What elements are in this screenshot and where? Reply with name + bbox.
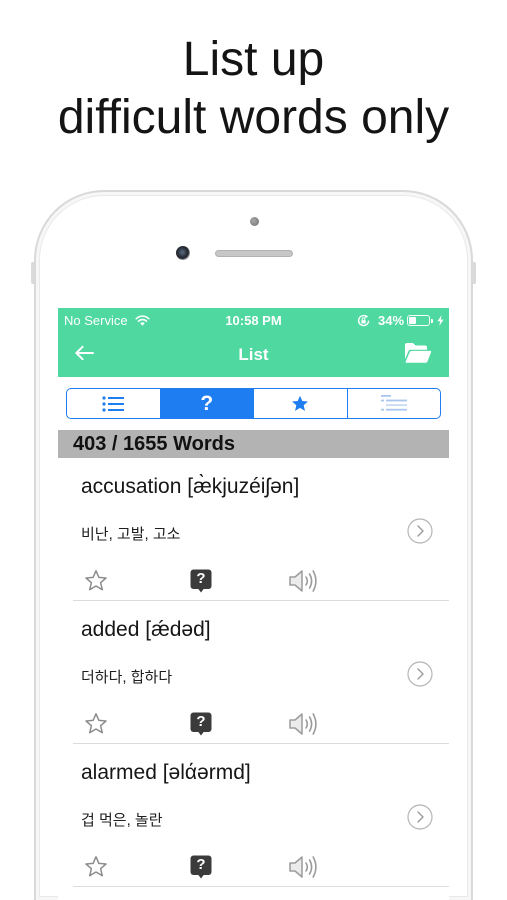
difficult-word-toggle-button[interactable]: ?	[190, 712, 212, 736]
back-arrow-icon	[75, 345, 94, 361]
headline-line-2: difficult words only	[57, 91, 450, 144]
promo-headline: List up difficult words only	[0, 31, 507, 147]
speaker-icon	[289, 856, 317, 878]
word-detail-button[interactable]	[407, 804, 433, 830]
pronounce-audio-button[interactable]	[288, 854, 320, 880]
star-word-button[interactable]	[84, 712, 108, 736]
word-meaning: 비난, 고발, 고소	[81, 526, 181, 543]
pronounce-audio-button[interactable]	[288, 568, 320, 594]
charging-bolt-icon	[437, 315, 444, 326]
segment-detail-list[interactable]	[346, 389, 441, 418]
word-count-label: 403 / 1655 Words	[73, 433, 235, 455]
word-count-bar: 403 / 1655 Words	[58, 430, 449, 458]
star-outline-icon	[85, 570, 107, 591]
nav-title: List	[238, 345, 269, 364]
star-icon	[292, 395, 309, 411]
battery-icon	[407, 315, 433, 326]
word-card[interactable]: accusation [æ̀kjuzéiʃən] 비난, 고발, 고소 ?	[58, 458, 449, 601]
battery-percent: 34%	[378, 313, 405, 328]
quiz-question-glyph: ?	[196, 713, 206, 730]
star-word-button[interactable]	[84, 855, 108, 879]
headline-line-1: List up	[182, 33, 325, 86]
chevron-right-circle-icon	[407, 518, 433, 544]
phone-earpiece	[215, 250, 293, 257]
back-button[interactable]	[74, 345, 94, 361]
speaker-icon	[289, 570, 317, 592]
speaker-icon	[289, 713, 317, 735]
word-detail-button[interactable]	[407, 661, 433, 687]
list-lines-icon	[380, 394, 407, 411]
segment-all-words[interactable]	[67, 389, 160, 418]
list-bullet-icon	[102, 395, 125, 412]
word-card[interactable]: added [ǽdəd] 더하다, 합하다 ?	[58, 601, 449, 744]
phone-front-camera	[176, 246, 190, 260]
status-bar: No Service 10:58 PM 34%	[58, 308, 449, 333]
filter-segmented-control: ?	[66, 388, 441, 419]
chevron-right-circle-icon	[407, 661, 433, 687]
chevron-right-circle-icon	[407, 804, 433, 830]
app-screen: No Service 10:58 PM 34% List ? 403 / 165…	[58, 308, 449, 900]
word-term: accusation [æ̀kjuzéiʃən]	[81, 475, 300, 498]
folder-open-icon	[405, 343, 432, 363]
difficult-word-toggle-button[interactable]: ?	[190, 855, 212, 879]
word-term: alarmed [əlάərmd]	[81, 761, 251, 784]
app-header: No Service 10:58 PM 34% List	[58, 308, 449, 377]
segment-starred-words[interactable]	[253, 389, 347, 418]
difficult-word-toggle-button[interactable]: ?	[190, 569, 212, 593]
star-word-button[interactable]	[84, 569, 108, 593]
phone-sensor	[250, 217, 259, 226]
quiz-question-glyph: ?	[196, 570, 206, 587]
orientation-lock-icon	[357, 314, 370, 327]
word-meaning: 더하다, 합하다	[81, 669, 173, 686]
card-divider	[73, 886, 449, 887]
question-mark-icon: ?	[200, 392, 214, 415]
word-term: added [ǽdəd]	[81, 618, 211, 641]
pronounce-audio-button[interactable]	[288, 711, 320, 737]
segment-difficult-words[interactable]: ?	[159, 389, 253, 418]
star-outline-icon	[85, 713, 107, 734]
word-detail-button[interactable]	[407, 518, 433, 544]
word-card[interactable]: alarmed [əlάərmd] 겁 먹은, 놀란 ?	[58, 744, 449, 887]
folder-button[interactable]	[404, 342, 432, 364]
quiz-question-glyph: ?	[196, 856, 206, 873]
battery-level-fill	[409, 317, 416, 324]
star-outline-icon	[85, 856, 107, 877]
phone-side-button	[473, 262, 476, 284]
nav-bar: List	[58, 333, 449, 377]
word-meaning: 겁 먹은, 놀란	[81, 812, 163, 829]
